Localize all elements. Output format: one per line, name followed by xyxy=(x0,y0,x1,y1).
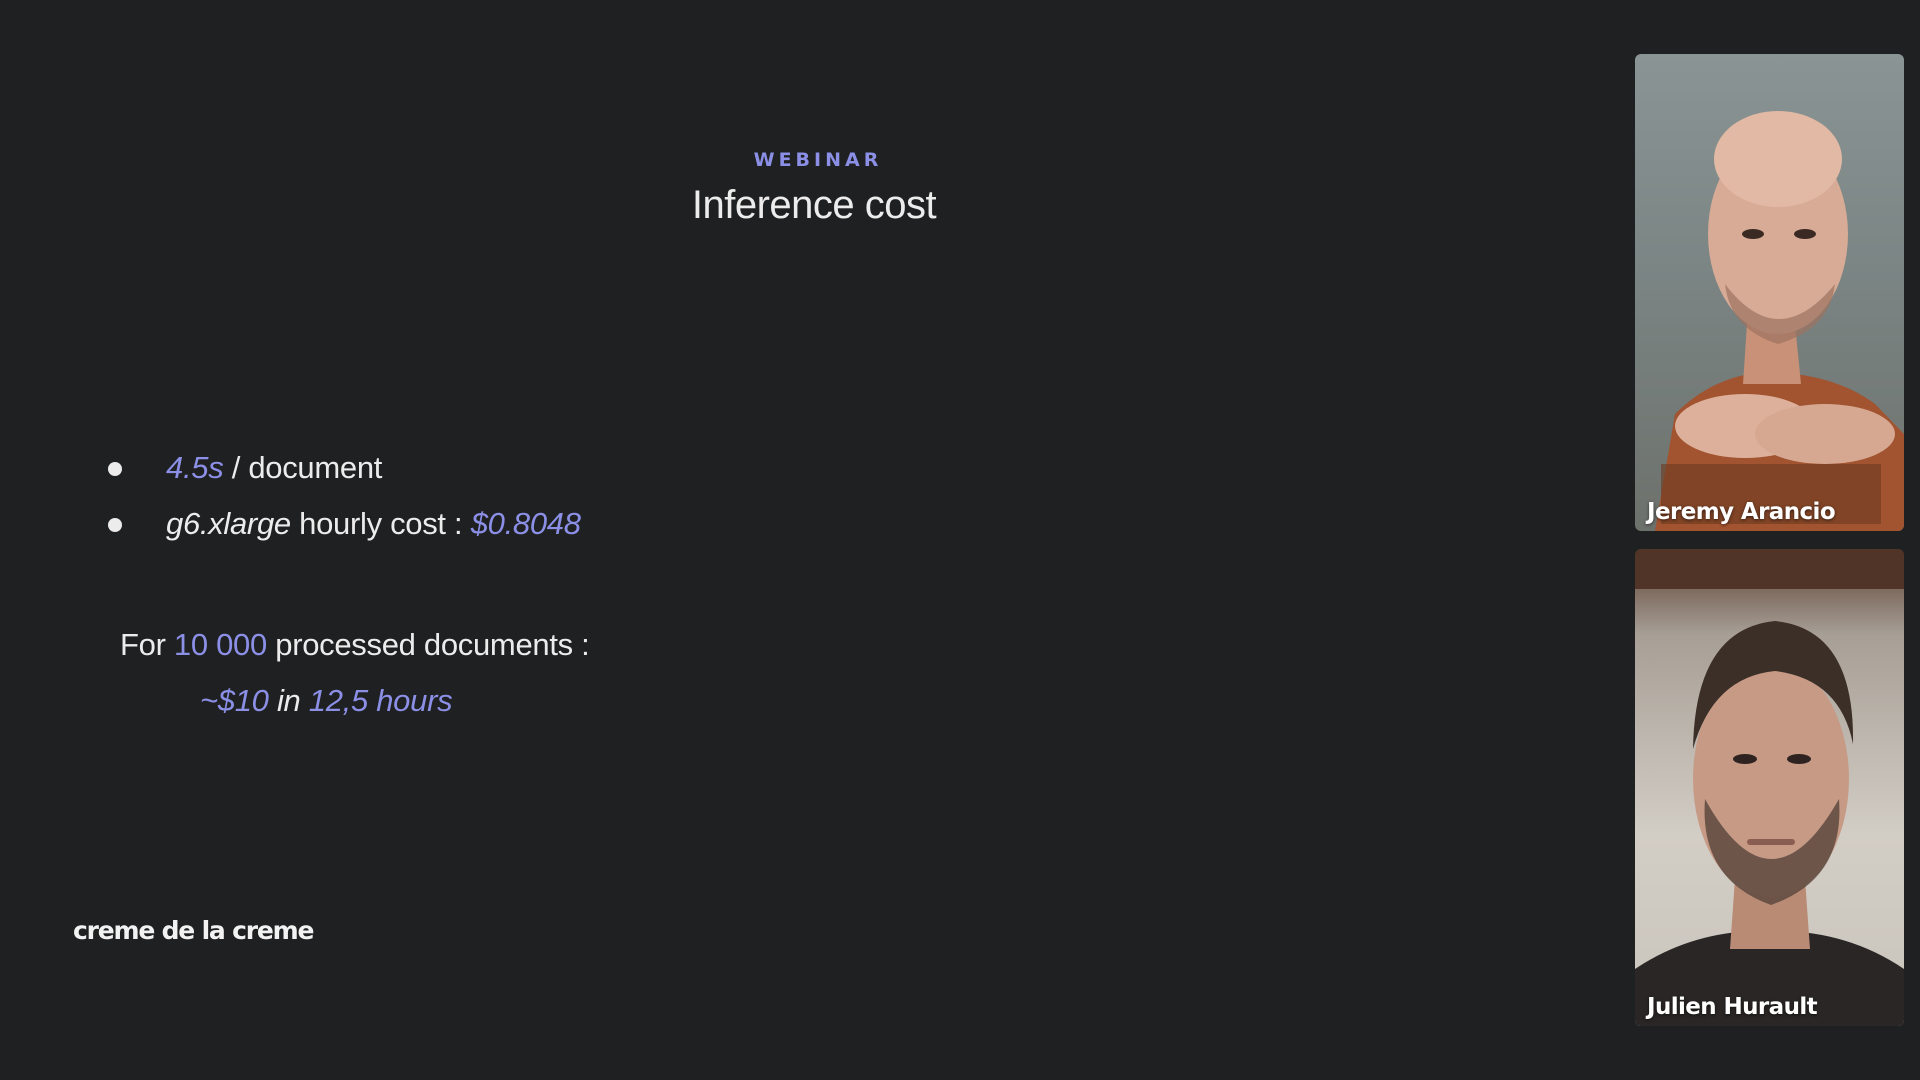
summary-count: 10 000 xyxy=(173,627,267,662)
slide-eyebrow: WEBINAR xyxy=(753,149,883,171)
hourly-cost-value: $0.8048 xyxy=(470,506,581,541)
participant-name: Julien Hurault xyxy=(1647,994,1818,1020)
summary-joiner: in xyxy=(268,683,309,718)
bullet-item-hourly-cost: g6.xlarge hourly cost : $0.8048 xyxy=(108,496,581,552)
participant-video-feed xyxy=(1655,111,1904,531)
latency-label: / document xyxy=(223,450,383,485)
summary-block: For 10 000 processed documents : ~$10 in… xyxy=(120,617,590,729)
instance-type: g6.xlarge xyxy=(166,506,291,541)
brand-logo: creme de la creme xyxy=(73,916,314,945)
bullet-item-latency: 4.5s / document xyxy=(108,440,581,496)
latency-value: 4.5s xyxy=(166,450,224,485)
bullet-dot-icon xyxy=(108,518,122,532)
participant-video-tile[interactable]: Jeremy Arancio xyxy=(1635,54,1904,531)
summary-suffix: processed documents : xyxy=(266,627,590,662)
bullet-dot-icon xyxy=(108,462,122,476)
summary-prefix: For xyxy=(120,627,174,662)
summary-line-2: ~$10 in 12,5 hours xyxy=(120,673,589,729)
slide-title: Inference cost xyxy=(691,183,937,227)
summary-line-1: For 10 000 processed documents : xyxy=(120,617,590,673)
summary-duration: 12,5 hours xyxy=(308,683,453,718)
summary-cost: ~$10 xyxy=(200,683,269,718)
participant-video-tile[interactable]: Julien Hurault xyxy=(1635,549,1904,1026)
shared-slide: WEBINAR Inference cost 4.5s / document g… xyxy=(0,0,1620,1080)
hourly-cost-label: hourly cost : xyxy=(290,506,471,541)
participant-video-feed xyxy=(1635,549,1904,1026)
participant-name: Jeremy Arancio xyxy=(1647,499,1836,525)
meeting-stage: WEBINAR Inference cost 4.5s / document g… xyxy=(0,0,1920,1080)
bullet-list: 4.5s / document g6.xlarge hourly cost : … xyxy=(108,440,581,552)
